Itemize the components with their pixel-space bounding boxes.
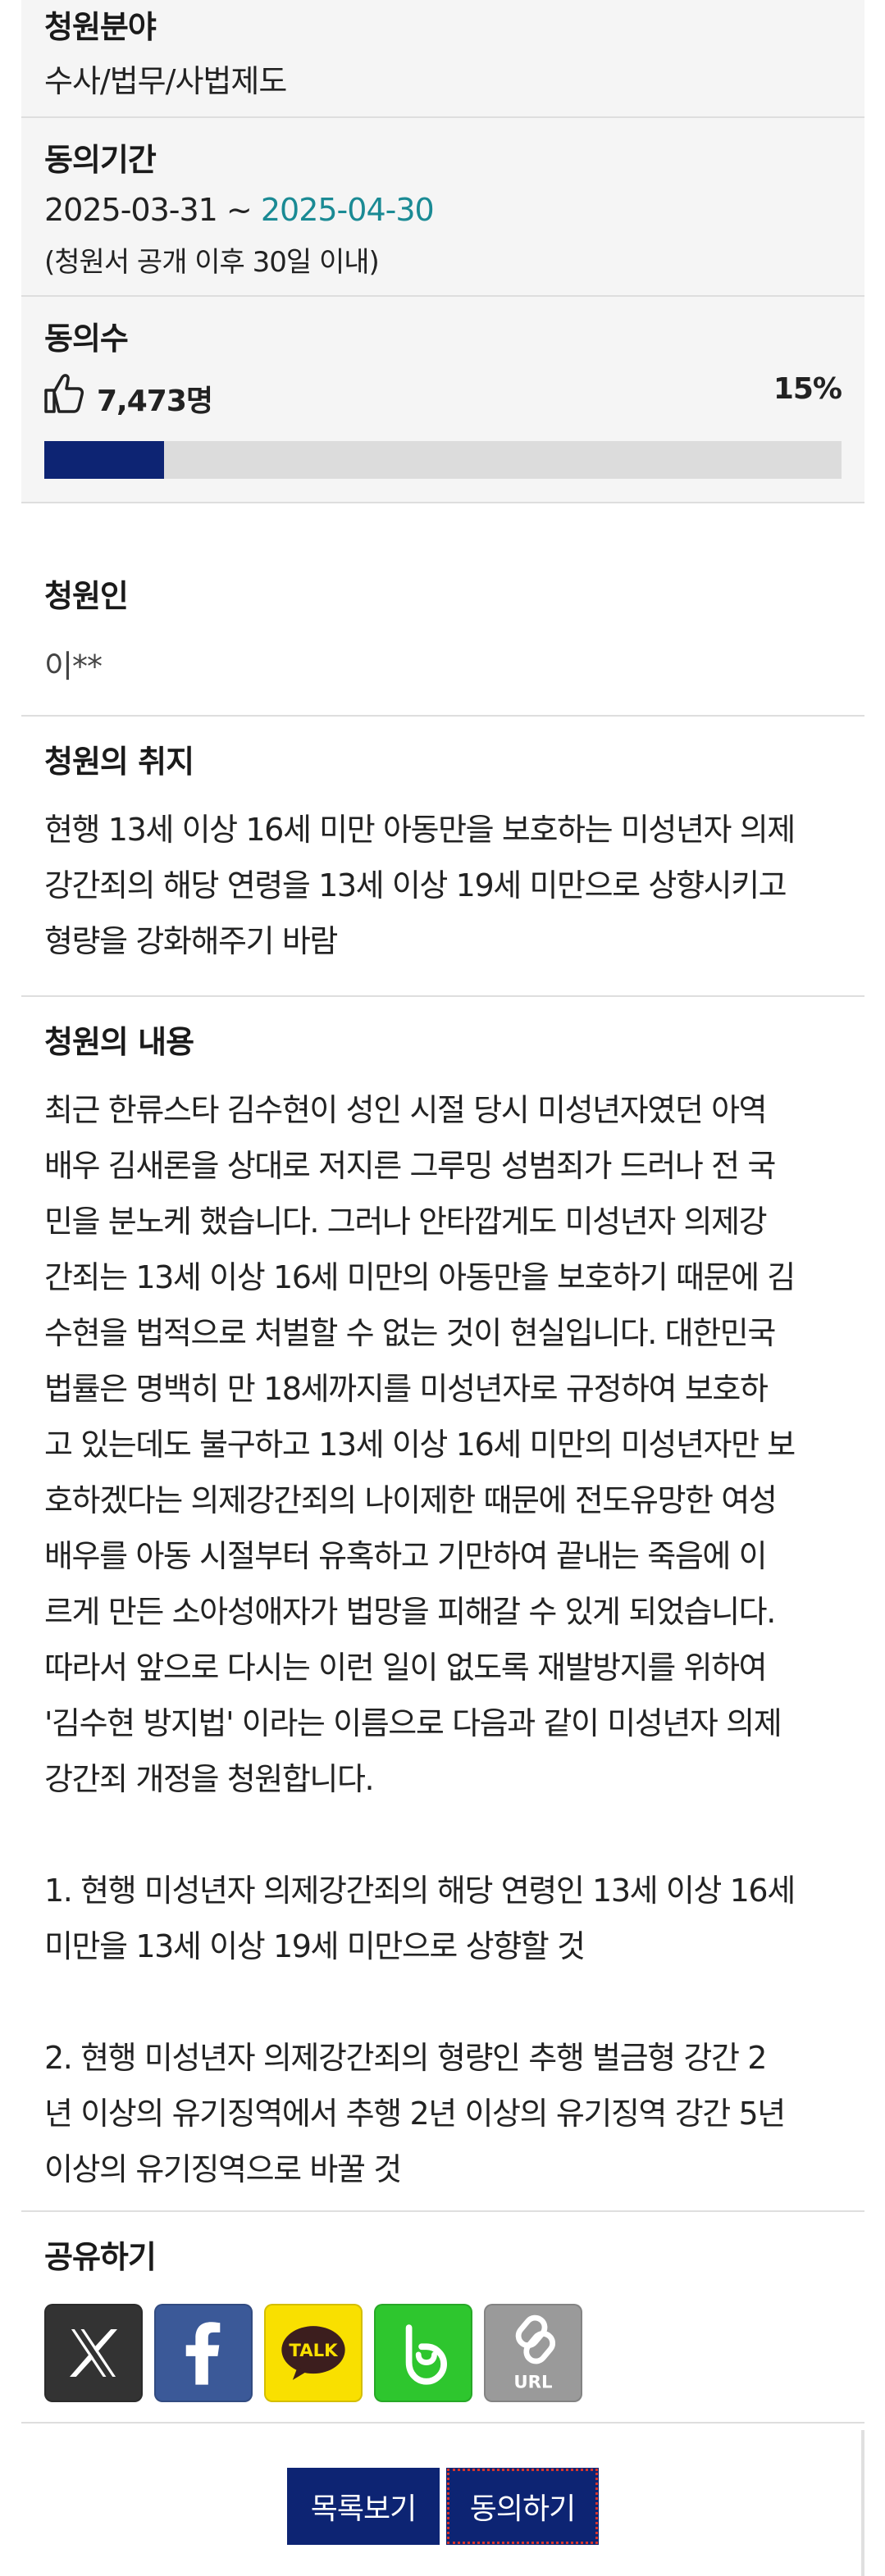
kakaotalk-logo-text: TALK: [289, 2341, 339, 2361]
agree-count-label: 동의수: [44, 321, 129, 357]
content-body: 최근 한류스타 김수현이 성인 시절 당시 미성년자였던 아역 배우 김새론을 …: [44, 1082, 845, 2197]
thumbs-up-icon: [41, 371, 87, 416]
purpose-section: 청원의 취지 현행 13세 이상 16세 미만 아동만을 보호하는 미성년자 의…: [21, 717, 864, 997]
period-label: 동의기간: [44, 142, 157, 178]
content-line: 년 이상의 유기징역에서 추행 2년 이상의 유기징역 강간 5년: [44, 2096, 786, 2132]
field-value: 수사/법무/사법제도: [44, 63, 287, 99]
content-item-2: 2. 현행 미성년자 의제강간죄의 형량인 추행 벌금형 강간 2 년 이상의 …: [44, 2030, 845, 2197]
content-line: 배우 김새론을 상대로 저지른 그루밍 성범죄가 드러나 전 국: [44, 1148, 776, 1184]
list-button[interactable]: 목록보기: [287, 2468, 440, 2545]
content-line: 호하겠다는 의제강간죄의 나이제한 때문에 전도유망한 여성: [44, 1482, 778, 1518]
content-line: '김수현 방지법' 이라는 이름으로 다음과 같이 미성년자 의제: [44, 1705, 782, 1741]
petitioner-section: 청원인 이**: [21, 503, 864, 717]
content-line: 1. 현행 미성년자 의제강간죄의 해당 연령인 13세 이상 16세: [44, 1873, 796, 1909]
agree-progress-bar: [44, 441, 842, 479]
content-label: 청원의 내용: [44, 1024, 194, 1060]
share-band-button[interactable]: [374, 2304, 472, 2402]
share-facebook-button[interactable]: [154, 2304, 253, 2402]
scrollbar-track[interactable]: [861, 2430, 864, 2576]
content-line: 따라서 앞으로 다시는 이런 일이 없도록 재발방지를 위하여: [44, 1650, 768, 1686]
petition-detail: 청원분야 수사/법무/사법제도 동의기간 2025-03-31 ~ 2025-0…: [21, 0, 864, 2424]
purpose-text: 현행 13세 이상 16세 미만 아동만을 보호하는 미성년자 의제 강간죄의 …: [44, 802, 845, 969]
share-buttons: TALK URL: [44, 2304, 582, 2402]
petitioner-name: 이**: [44, 649, 103, 685]
content-line: 배우를 아동 시절부터 유혹하고 기만하여 끝내는 죽음에 이: [44, 1538, 768, 1574]
purpose-line: 강간죄의 해당 연령을 13세 이상 19세 미만으로 상향시키고: [44, 867, 787, 903]
purpose-line: 현행 13세 이상 16세 미만 아동만을 보호하는 미성년자 의제: [44, 812, 796, 848]
agree-button[interactable]: 동의하기: [446, 2468, 599, 2545]
period-range: 2025-03-31 ~ 2025-04-30: [44, 192, 435, 228]
period-start: 2025-03-31 ~: [44, 192, 261, 228]
content-line: 수현을 법적으로 처벌할 수 없는 것이 현실입니다. 대한민국: [44, 1315, 776, 1351]
content-line: 2. 현행 미성년자 의제강간죄의 형량인 추행 벌금형 강간 2: [44, 2040, 767, 2076]
purpose-body: 현행 13세 이상 16세 미만 아동만을 보호하는 미성년자 의제 강간죄의 …: [44, 802, 845, 969]
kakaotalk-logo-icon: TALK: [266, 2305, 361, 2401]
facebook-logo-icon: [156, 2305, 251, 2401]
share-label: 공유하기: [44, 2239, 157, 2275]
content-line: 고 있는데도 불구하고 13세 이상 16세 미만의 미성년자만 보: [44, 1427, 796, 1463]
agree-count-section: 동의수 7,473명 15%: [21, 297, 864, 503]
share-section: 공유하기 TALK URL: [21, 2212, 864, 2424]
url-logo-text: URL: [513, 2373, 552, 2393]
x-logo-icon: [46, 2305, 141, 2401]
share-kakaotalk-button[interactable]: TALK: [264, 2304, 363, 2402]
period-end: 2025-04-30: [260, 192, 435, 228]
purpose-line: 형량을 강화해주기 바람: [44, 923, 338, 959]
content-line: 강간죄 개정을 청원합니다.: [44, 1761, 375, 1797]
content-line: 르게 만든 소아성애자가 법망을 피해갈 수 있게 되었습니다.: [44, 1594, 776, 1630]
content-line: 간죄는 13세 이상 16세 미만의 아동만을 보호하기 때문에 김: [44, 1259, 796, 1295]
content-paragraph: 최근 한류스타 김수현이 성인 시절 당시 미성년자였던 아역 배우 김새론을 …: [44, 1082, 845, 1807]
content-line: 미만을 13세 이상 19세 미만으로 상향할 것: [44, 1928, 586, 1964]
band-logo-icon: [376, 2305, 471, 2401]
content-line: 이상의 유기징역으로 바꿀 것: [44, 2151, 402, 2187]
content-line: 민을 분노케 했습니다. 그러나 안타깝게도 미성년자 의제강: [44, 1204, 768, 1240]
agree-progress-fill: [44, 441, 164, 479]
content-line: 법률은 명백히 만 18세까지를 미성년자로 규정하여 보호하: [44, 1371, 769, 1407]
agree-count-value: 7,473명: [97, 385, 213, 418]
content-line: 최근 한류스타 김수현이 성인 시절 당시 미성년자였던 아역: [44, 1092, 768, 1128]
agree-percent: 15%: [773, 372, 842, 406]
share-url-button[interactable]: URL: [484, 2304, 582, 2402]
field-label: 청원분야: [44, 9, 157, 45]
field-section: 청원분야 수사/법무/사법제도: [21, 0, 864, 118]
period-section: 동의기간 2025-03-31 ~ 2025-04-30 (청원서 공개 이후 …: [21, 118, 864, 297]
footer-actions: 목록보기 동의하기: [21, 2430, 864, 2576]
link-icon: URL: [486, 2305, 581, 2401]
content-item-1: 1. 현행 미성년자 의제강간죄의 해당 연령인 13세 이상 16세 미만을 …: [44, 1863, 845, 1974]
purpose-label: 청원의 취지: [44, 744, 194, 780]
share-x-button[interactable]: [44, 2304, 143, 2402]
footer-buttons: 목록보기 동의하기: [287, 2468, 599, 2545]
petitioner-label: 청원인: [44, 578, 129, 614]
period-note: (청원서 공개 이후 30일 이내): [44, 246, 380, 279]
content-section: 청원의 내용 최근 한류스타 김수현이 성인 시절 당시 미성년자였던 아역 배…: [21, 997, 864, 2212]
